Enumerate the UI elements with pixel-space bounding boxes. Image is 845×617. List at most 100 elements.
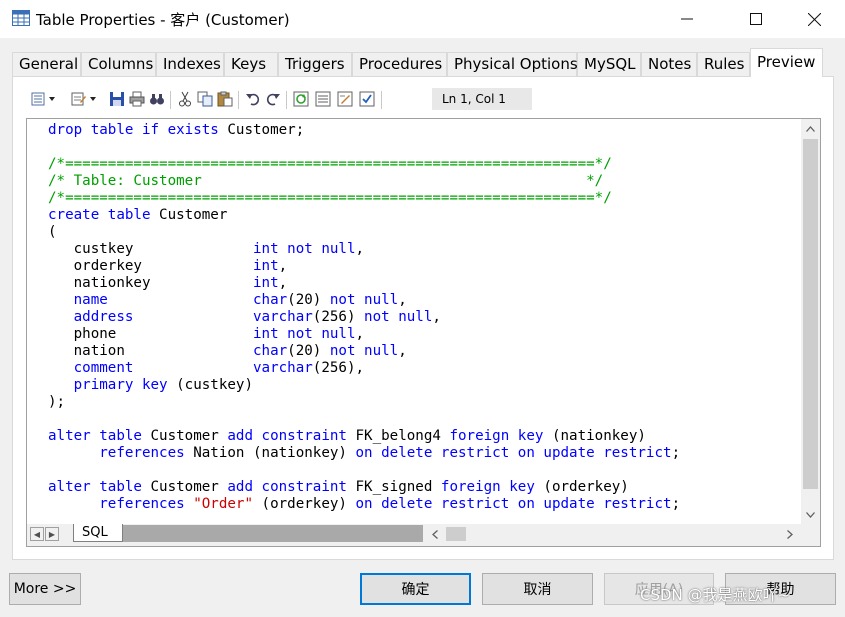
checklist-button[interactable] — [358, 90, 376, 108]
title-bar: Table Properties - 客户 (Customer) — [0, 0, 845, 38]
code-token: int not null — [253, 326, 356, 342]
code-token: nationkey — [48, 275, 253, 291]
code-line: alter table Customer add constraint FK_s… — [48, 479, 629, 496]
toolbar-separator — [286, 91, 287, 109]
code-line: orderkey int, — [48, 258, 288, 275]
code-line: phone int not null, — [48, 326, 364, 343]
close-button[interactable] — [791, 0, 837, 38]
tab-notes[interactable]: Notes — [641, 52, 697, 76]
cancel-button[interactable]: 取消 — [482, 573, 593, 605]
watermark: CSDN @我是燕欧吖~ — [640, 586, 791, 604]
maximize-button[interactable] — [733, 0, 779, 38]
code-token: , — [355, 241, 365, 257]
tab-preview[interactable]: Preview — [750, 48, 823, 77]
code-line: alter table Customer add constraint FK_b… — [48, 428, 646, 445]
redo-button[interactable] — [264, 90, 282, 108]
scroll-left-arrow-icon[interactable] — [425, 524, 444, 544]
code-token: alter table — [48, 479, 151, 495]
ok-button[interactable]: 确定 — [360, 573, 471, 605]
checklist-icon — [359, 91, 375, 107]
edit-menu-button[interactable] — [71, 90, 101, 108]
code-token: char — [253, 343, 288, 359]
sheet-next-icon[interactable]: ▶ — [45, 527, 59, 541]
tab-procedures[interactable]: Procedures — [352, 52, 447, 76]
sheet-tab-area — [123, 525, 423, 542]
vertical-scroll-thumb[interactable] — [803, 139, 818, 489]
list-icon — [315, 91, 331, 107]
code-token: not null — [329, 292, 399, 308]
code-token: (orderkey) — [543, 479, 629, 495]
code-token: (orderkey) — [253, 496, 356, 512]
save-button[interactable] — [108, 90, 126, 108]
paste-button[interactable] — [216, 90, 234, 108]
code-token: ; — [671, 445, 681, 461]
scroll-up-arrow-icon[interactable] — [801, 119, 820, 138]
code-token: not null — [329, 343, 399, 359]
refresh-button[interactable] — [292, 90, 310, 108]
print-icon — [129, 91, 145, 107]
code-token: ( — [48, 224, 57, 240]
code-token: (256), — [312, 360, 365, 376]
tab-columns[interactable]: Columns — [81, 52, 156, 76]
table-menu-button[interactable] — [31, 90, 61, 108]
code-token: Customer — [150, 428, 228, 444]
more-button[interactable]: More >> — [9, 573, 81, 605]
tab-indexes[interactable]: Indexes — [156, 52, 224, 76]
code-line: /*======================================… — [48, 156, 612, 173]
code-line: references Nation (nationkey) on delete … — [48, 445, 680, 462]
scroll-down-arrow-icon[interactable] — [801, 505, 820, 524]
tab-physical-options[interactable]: Physical Options — [447, 52, 578, 76]
tab-keys[interactable]: Keys — [224, 52, 278, 76]
code-token: (nationkey) — [551, 428, 646, 444]
copy-button[interactable] — [196, 90, 214, 108]
code-line: ( — [48, 224, 57, 241]
refresh-icon — [293, 91, 309, 107]
sheet-prev-icon[interactable]: ◀ — [30, 527, 44, 541]
code-token: name char — [48, 292, 288, 308]
preview-toolbar: Ln 1, Col 1 — [31, 88, 532, 112]
tab-mysql[interactable]: MySQL — [577, 52, 641, 76]
vertical-scrollbar[interactable] — [801, 119, 820, 524]
code-token: foreign key — [449, 428, 552, 444]
horizontal-scroll-thumb[interactable] — [446, 527, 466, 541]
find-button[interactable] — [148, 90, 166, 108]
sheet-tab-sql[interactable]: SQL — [73, 524, 123, 542]
code-token: ; — [671, 496, 681, 512]
code-token: /* Table: Customer */ — [48, 173, 604, 189]
find-icon — [150, 94, 164, 105]
code-token: alter table — [48, 428, 151, 444]
edit-button[interactable] — [336, 90, 354, 108]
tab-triggers[interactable]: Triggers — [278, 52, 352, 76]
code-token: not null — [364, 309, 433, 325]
code-token: (256) — [312, 309, 365, 325]
code-token: int — [253, 275, 279, 291]
cut-icon — [179, 91, 191, 107]
code-token: "Order" — [193, 496, 254, 512]
edit-icon — [337, 91, 353, 107]
code-line: nationkey int, — [48, 275, 288, 292]
undo-button[interactable] — [244, 90, 262, 108]
redo-icon — [266, 93, 280, 106]
code-token: Customer; — [227, 122, 305, 138]
code-line: ); — [48, 394, 65, 411]
code-line: drop table if exists Customer; — [48, 122, 304, 139]
tab-rules[interactable]: Rules — [697, 52, 750, 76]
code-token: orderkey — [48, 258, 253, 274]
horizontal-scrollbar[interactable] — [425, 524, 801, 544]
code-area[interactable]: drop table if exists Customer; /*========… — [27, 119, 801, 524]
list-button[interactable] — [314, 90, 332, 108]
minimize-button[interactable] — [664, 0, 710, 38]
code-line: custkey int not null, — [48, 241, 364, 258]
toolbar-separator — [170, 91, 171, 109]
sql-editor[interactable]: drop table if exists Customer; /*========… — [26, 118, 821, 547]
code-token: create table — [48, 207, 160, 223]
code-token: Nation (nationkey) — [193, 445, 356, 461]
code-token: (20) — [287, 292, 330, 308]
tab-general[interactable]: General — [12, 52, 81, 76]
scroll-right-arrow-icon[interactable] — [780, 524, 799, 544]
code-token: references — [48, 496, 194, 512]
code-token: /*======================================… — [48, 156, 612, 172]
print-button[interactable] — [128, 90, 146, 108]
code-token: phone — [48, 326, 253, 342]
cut-button[interactable] — [176, 90, 194, 108]
